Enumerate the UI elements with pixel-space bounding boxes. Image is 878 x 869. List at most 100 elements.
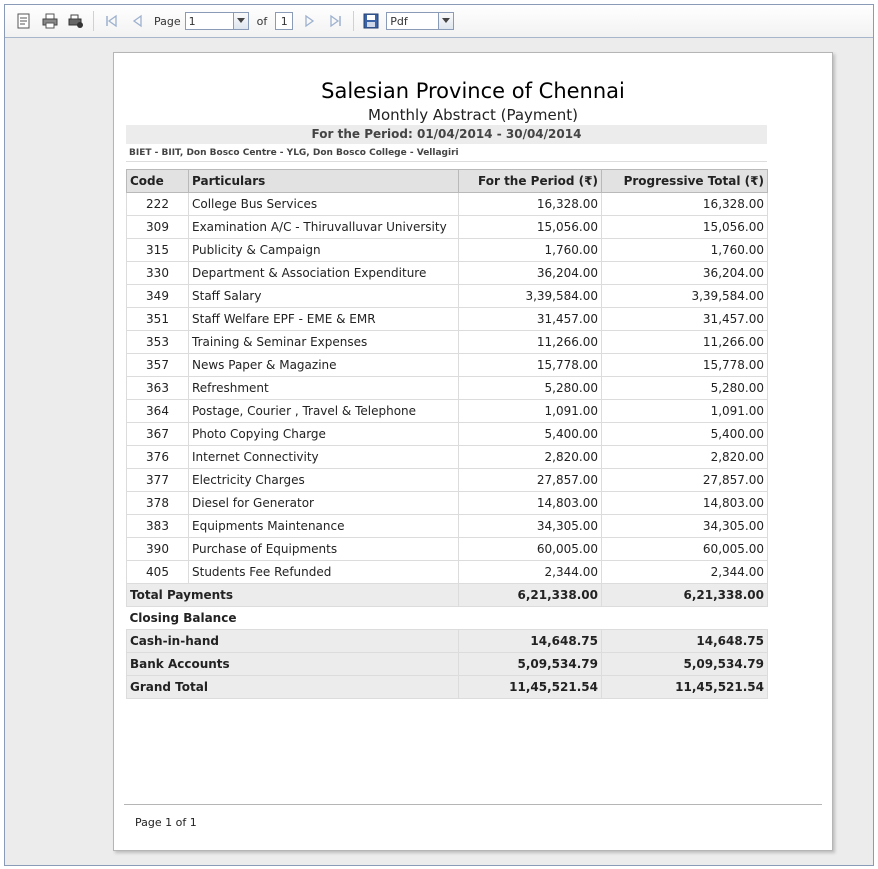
cell-progressive-total: 2,820.00 bbox=[600, 445, 769, 469]
cell-for-the-period: 14,803.00 bbox=[458, 491, 602, 515]
total-payments-progressive: 6,21,338.00 bbox=[600, 583, 769, 607]
grand-total-period: 11,45,521.54 bbox=[458, 675, 602, 699]
report-title: Salesian Province of Chennai bbox=[321, 79, 625, 103]
cash-in-hand-label: Cash-in-hand bbox=[126, 629, 459, 653]
cell-particulars: Publicity & Campaign bbox=[188, 238, 459, 262]
table-header-row: Code Particulars For the Period (₹) Prog… bbox=[126, 169, 769, 193]
grand-total-label: Grand Total bbox=[126, 675, 459, 699]
cell-progressive-total: 5,280.00 bbox=[600, 376, 769, 400]
cell-code: 315 bbox=[126, 238, 189, 262]
cell-code: 351 bbox=[126, 307, 189, 331]
cell-particulars: News Paper & Magazine bbox=[188, 353, 459, 377]
cell-for-the-period: 5,400.00 bbox=[458, 422, 602, 446]
table-row: 376 Internet Connectivity 2,820.00 2,820.00 bbox=[126, 445, 769, 469]
table-row: 357 News Paper & Magazine 15,778.00 15,778.… bbox=[126, 353, 769, 377]
table-row: 315 Publicity & Campaign 1,760.00 1,760.00 bbox=[126, 238, 769, 262]
table-row: 364 Postage, Courier , Travel & Telephone… bbox=[126, 399, 769, 423]
total-pages: 1 bbox=[275, 12, 294, 30]
cell-progressive-total: 5,400.00 bbox=[600, 422, 769, 446]
cell-progressive-total: 31,457.00 bbox=[600, 307, 769, 331]
table-row: 222 College Bus Services 16,328.00 16,328.0… bbox=[126, 192, 769, 216]
table-row: 367 Photo Copying Charge 5,400.00 5,400.00 bbox=[126, 422, 769, 446]
export-format-value: Pdf bbox=[390, 14, 408, 28]
cell-progressive-total: 15,778.00 bbox=[600, 353, 769, 377]
cell-particulars: Training & Seminar Expenses bbox=[188, 330, 459, 354]
header-progressive-total: Progressive Total (₹) bbox=[600, 169, 769, 193]
cell-for-the-period: 60,005.00 bbox=[458, 537, 602, 561]
payment-table: Code Particulars For the Period (₹) Prog… bbox=[126, 169, 769, 699]
cash-in-hand-row: Cash-in-hand 14,648.75 14,648.75 bbox=[126, 629, 769, 653]
cell-particulars: Postage, Courier , Travel & Telephone bbox=[188, 399, 459, 423]
table-row: 351 Staff Welfare EPF - EME & EMR 31,457.0… bbox=[126, 307, 769, 331]
cell-particulars: Staff Welfare EPF - EME & EMR bbox=[188, 307, 459, 331]
table-row: 349 Staff Salary 3,39,584.00 3,39,584.00 bbox=[126, 284, 769, 308]
bank-accounts-progressive: 5,09,534.79 bbox=[600, 652, 769, 676]
page-number-select[interactable]: 1 bbox=[184, 12, 249, 30]
cell-progressive-total: 11,266.00 bbox=[600, 330, 769, 354]
previous-page-icon[interactable] bbox=[128, 12, 146, 30]
report-unit: BIET - BIIT, Don Bosco Centre - YLG, Don… bbox=[126, 144, 767, 162]
cell-progressive-total: 36,204.00 bbox=[600, 261, 769, 285]
cell-code: 349 bbox=[126, 284, 189, 308]
table-row: 309 Examination A/C - Thiruvalluvar Unive… bbox=[126, 215, 769, 239]
table-row: 353 Training & Seminar Expenses 11,266.00 1… bbox=[126, 330, 769, 354]
cell-code: 309 bbox=[126, 215, 189, 239]
grand-total-progressive: 11,45,521.54 bbox=[600, 675, 769, 699]
table-row: 330 Department & Association Expenditure 3… bbox=[126, 261, 769, 285]
toolbar-separator bbox=[353, 11, 355, 31]
cell-particulars: Internet Connectivity bbox=[188, 445, 459, 469]
print-setup-icon[interactable] bbox=[67, 12, 85, 30]
report-page: Salesian Province of Chennai Monthly Abs… bbox=[113, 52, 833, 851]
cell-particulars: Examination A/C - Thiruvalluvar Universi… bbox=[188, 215, 459, 239]
table-row: 377 Electricity Charges 27,857.00 27,857.00 bbox=[126, 468, 769, 492]
cell-particulars: Purchase of Equipments bbox=[188, 537, 459, 561]
bank-accounts-period: 5,09,534.79 bbox=[458, 652, 602, 676]
cell-particulars: Electricity Charges bbox=[188, 468, 459, 492]
cell-code: 378 bbox=[126, 491, 189, 515]
total-payments-row: Total Payments 6,21,338.00 6,21,338.00 bbox=[126, 583, 769, 607]
chevron-down-icon[interactable] bbox=[232, 13, 248, 29]
cell-particulars: Photo Copying Charge bbox=[188, 422, 459, 446]
cash-in-hand-progressive: 14,648.75 bbox=[600, 629, 769, 653]
cell-code: 377 bbox=[126, 468, 189, 492]
cell-particulars: Refreshment bbox=[188, 376, 459, 400]
cell-particulars: Equipments Maintenance bbox=[188, 514, 459, 538]
cell-for-the-period: 15,778.00 bbox=[458, 353, 602, 377]
cell-code: 330 bbox=[126, 261, 189, 285]
cell-progressive-total: 15,056.00 bbox=[600, 215, 769, 239]
header-for-the-period: For the Period (₹) bbox=[458, 169, 602, 193]
document-map-icon[interactable] bbox=[15, 12, 33, 30]
cell-for-the-period: 15,056.00 bbox=[458, 215, 602, 239]
cell-progressive-total: 1,760.00 bbox=[600, 238, 769, 262]
header-code: Code bbox=[126, 169, 189, 193]
table-body: 222 College Bus Services 16,328.00 16,328.0… bbox=[126, 192, 769, 584]
cell-for-the-period: 3,39,584.00 bbox=[458, 284, 602, 308]
cell-code: 357 bbox=[126, 353, 189, 377]
export-format-select[interactable]: Pdf bbox=[386, 12, 455, 30]
of-label: of bbox=[256, 14, 268, 28]
print-icon[interactable] bbox=[41, 12, 59, 30]
cell-progressive-total: 34,305.00 bbox=[600, 514, 769, 538]
cell-code: 390 bbox=[126, 537, 189, 561]
last-page-icon[interactable] bbox=[327, 12, 345, 30]
cell-progressive-total: 16,328.00 bbox=[600, 192, 769, 216]
cell-for-the-period: 5,280.00 bbox=[458, 376, 602, 400]
table-row: 405 Students Fee Refunded 2,344.00 2,344.00 bbox=[126, 560, 769, 584]
table-row: 383 Equipments Maintenance 34,305.00 34,305… bbox=[126, 514, 769, 538]
chevron-down-icon[interactable] bbox=[438, 13, 454, 29]
next-page-icon[interactable] bbox=[301, 12, 319, 30]
grand-total-row: Grand Total 11,45,521.54 11,45,521.54 bbox=[126, 675, 769, 699]
cell-for-the-period: 1,760.00 bbox=[458, 238, 602, 262]
cell-particulars: Diesel for Generator bbox=[188, 491, 459, 515]
bank-accounts-label: Bank Accounts bbox=[126, 652, 459, 676]
viewer-toolbar: Page 1 of 1 Pdf bbox=[5, 5, 873, 38]
cell-progressive-total: 60,005.00 bbox=[600, 537, 769, 561]
total-payments-period: 6,21,338.00 bbox=[458, 583, 602, 607]
first-page-icon[interactable] bbox=[102, 12, 120, 30]
report-period: For the Period: 01/04/2014 - 30/04/2014 bbox=[126, 125, 767, 144]
cell-code: 363 bbox=[126, 376, 189, 400]
export-save-icon[interactable] bbox=[362, 12, 380, 30]
cell-for-the-period: 16,328.00 bbox=[458, 192, 602, 216]
cell-for-the-period: 31,457.00 bbox=[458, 307, 602, 331]
cell-progressive-total: 14,803.00 bbox=[600, 491, 769, 515]
